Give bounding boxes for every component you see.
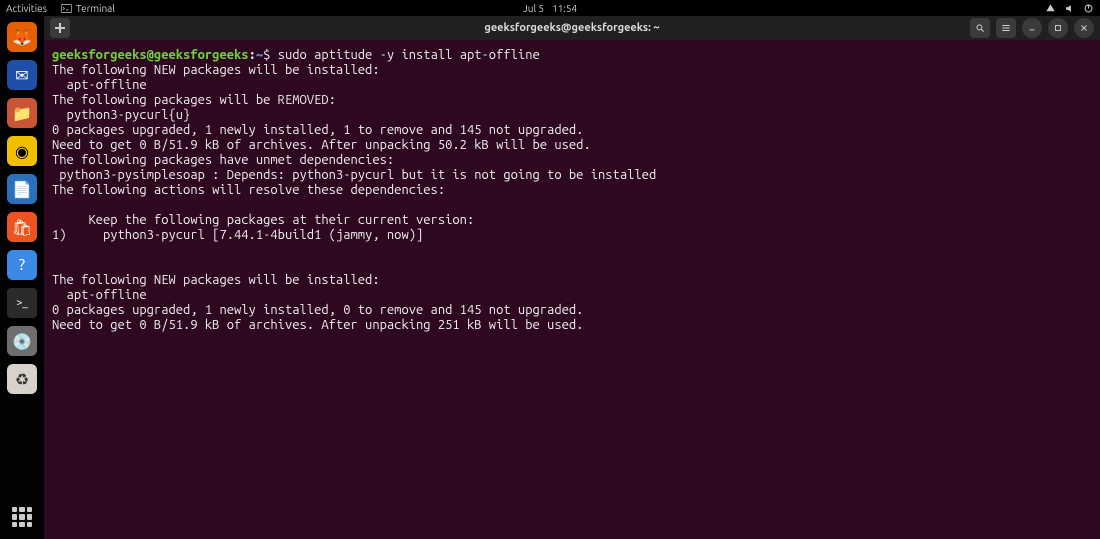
gnome-top-panel: Activities Terminal Jul 5 11:54 — [0, 0, 1100, 16]
minimize-button[interactable] — [1022, 18, 1042, 38]
prompt-sep: : — [249, 48, 256, 62]
dock-app-rhythmbox[interactable]: ◉ — [7, 136, 37, 166]
output-line: 1) python3-pycurl [7.44.1-4build1 (jammy… — [52, 228, 423, 242]
terminal-viewport[interactable]: geeksforgeeks@geeksforgeeks:~$ sudo apti… — [44, 40, 1100, 539]
output-line: The following packages have unmet depend… — [52, 153, 394, 167]
power-icon — [1083, 3, 1094, 14]
output-line: The following packages will be REMOVED: — [52, 93, 336, 107]
appmenu-terminal[interactable]: Terminal — [61, 3, 115, 14]
dock-app-terminal[interactable]: >_ — [7, 288, 37, 318]
prompt-sigil: $ — [263, 48, 270, 62]
show-applications-button[interactable] — [12, 507, 32, 527]
dock-app-help[interactable]: ? — [7, 250, 37, 280]
prompt-user: geeksforgeeks@geeksforgeeks — [52, 48, 249, 62]
output-line: apt-offline — [52, 288, 147, 302]
clock[interactable]: Jul 5 11:54 — [523, 3, 577, 14]
window-titlebar: geeksforgeeks@geeksforgeeks: ~ — [44, 16, 1100, 40]
date-label: Jul 5 — [523, 3, 544, 14]
output-line: python3-pycurl{u} — [52, 108, 190, 122]
dock-app-firefox[interactable]: 🦊 — [7, 22, 37, 52]
output-line: The following NEW packages will be insta… — [52, 63, 380, 77]
output-line: Keep the following packages at their cur… — [52, 213, 474, 227]
close-button[interactable] — [1074, 18, 1094, 38]
output-line: The following actions will resolve these… — [52, 183, 445, 197]
search-button[interactable] — [970, 18, 990, 38]
window-title: geeksforgeeks@geeksforgeeks: ~ — [484, 22, 659, 34]
new-tab-button[interactable] — [50, 18, 70, 38]
dock-app-software[interactable]: 🛍 — [7, 212, 37, 242]
output-line: 0 packages upgraded, 1 newly installed, … — [52, 123, 583, 137]
dock-app-files[interactable]: 📁 — [7, 98, 37, 128]
output-line: 0 packages upgraded, 1 newly installed, … — [52, 303, 583, 317]
output-line: apt-offline — [52, 78, 147, 92]
dock-app-thunderbird[interactable]: ✉ — [7, 60, 37, 90]
terminal-window: geeksforgeeks@geeksforgeeks: ~ geeksforg… — [44, 16, 1100, 539]
dock-app-writer[interactable]: 📄 — [7, 174, 37, 204]
dock: 🦊 ✉ 📁 ◉ 📄 🛍 ? >_ 💿 ♻ — [0, 16, 44, 539]
network-icon — [1045, 3, 1056, 14]
maximize-button[interactable] — [1048, 18, 1068, 38]
command-text: sudo aptitude -y install apt-offline — [278, 48, 540, 62]
output-line: Need to get 0 B/51.9 kB of archives. Aft… — [52, 318, 583, 332]
time-label: 11:54 — [552, 3, 577, 14]
hamburger-menu-button[interactable] — [996, 18, 1016, 38]
volume-icon — [1064, 3, 1075, 14]
dock-app-disks[interactable]: 💿 — [7, 326, 37, 356]
appmenu-label: Terminal — [76, 3, 115, 14]
output-line: python3-pysimplesoap : Depends: python3-… — [52, 168, 656, 182]
system-tray[interactable] — [1045, 3, 1094, 14]
terminal-icon — [61, 3, 72, 14]
dock-app-trash[interactable]: ♻ — [7, 364, 37, 394]
output-line: Need to get 0 B/51.9 kB of archives. Aft… — [52, 138, 591, 152]
activities-button[interactable]: Activities — [6, 3, 47, 14]
output-line: The following NEW packages will be insta… — [52, 273, 380, 287]
